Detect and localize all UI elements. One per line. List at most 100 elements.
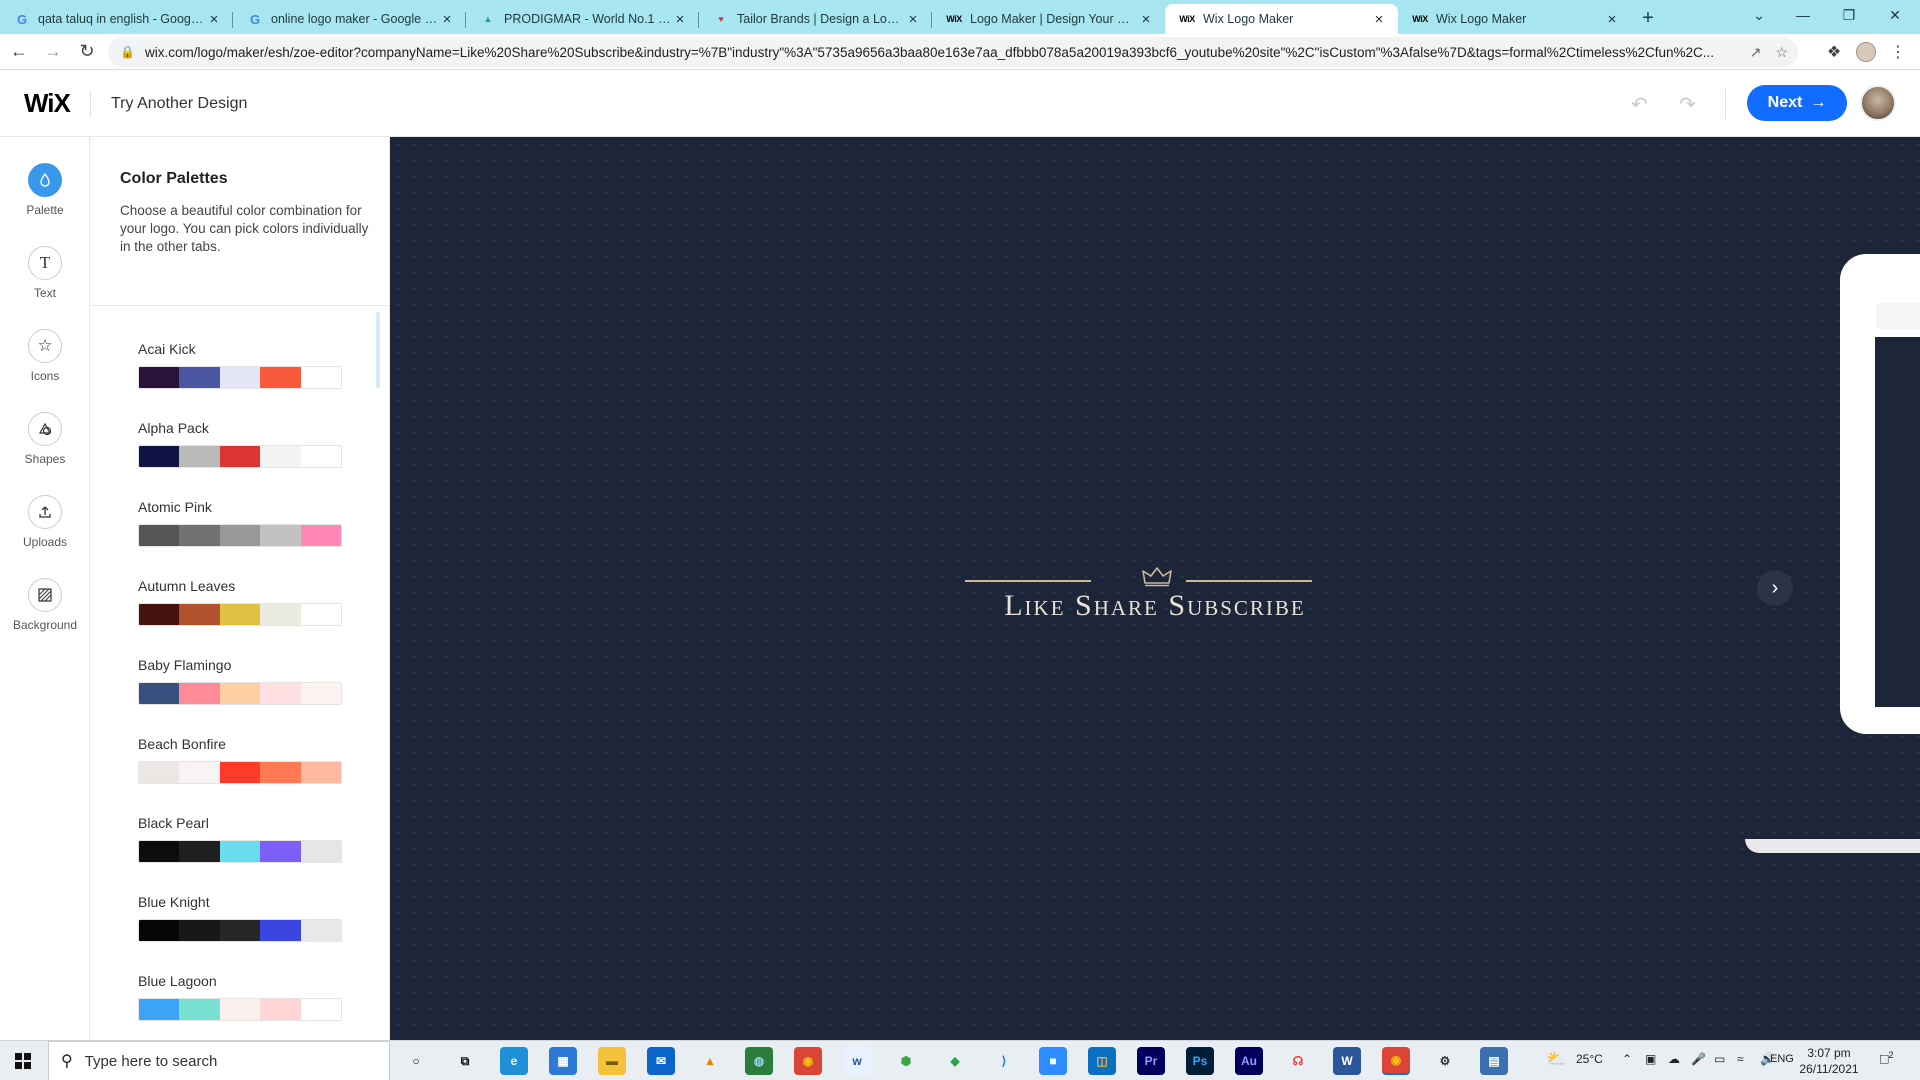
- notifications-icon[interactable]: □2: [1880, 1050, 1893, 1067]
- word-blue-icon[interactable]: w: [843, 1047, 871, 1075]
- onedrive-icon[interactable]: ☁: [1668, 1052, 1680, 1066]
- palette-swatches[interactable]: [138, 524, 342, 547]
- palette-item[interactable]: Alpha Pack: [138, 420, 342, 468]
- store-icon[interactable]: ▦: [549, 1047, 577, 1075]
- taskbar-search-input[interactable]: ⚲ Type here to search: [48, 1041, 390, 1080]
- undo-icon[interactable]: ↶: [1631, 92, 1648, 117]
- premiere-icon[interactable]: Pr: [1137, 1047, 1165, 1075]
- green-cube-icon[interactable]: ⬢: [892, 1047, 920, 1075]
- browser-tab[interactable]: ♥ Tailor Brands | Design a Logo & ×: [699, 4, 932, 34]
- android-icon[interactable]: ◆: [941, 1047, 969, 1075]
- palette-swatches[interactable]: [138, 445, 342, 468]
- panel-scrollbar[interactable]: [376, 312, 380, 388]
- url-input[interactable]: 🔒 wix.com/logo/maker/esh/zoe-editor?comp…: [108, 37, 1798, 67]
- headphones-icon[interactable]: ☊: [1284, 1047, 1312, 1075]
- browser-tab[interactable]: WiX Wix Logo Maker ×: [1398, 4, 1631, 34]
- vlc-icon[interactable]: ▲: [696, 1047, 724, 1075]
- close-window-icon[interactable]: ✕: [1872, 0, 1918, 30]
- weather-temp[interactable]: 25°C: [1576, 1052, 1603, 1066]
- browser-tab-active[interactable]: WiX Wix Logo Maker ×: [1165, 4, 1398, 34]
- file-explorer-icon[interactable]: ▬: [598, 1047, 626, 1075]
- palette-item[interactable]: Atomic Pink: [138, 499, 342, 547]
- try-another-design-link[interactable]: Try Another Design: [111, 95, 247, 113]
- weather-icon[interactable]: ⛅: [1546, 1049, 1566, 1069]
- lock-icon[interactable]: 🔒: [120, 45, 135, 59]
- vscode-icon[interactable]: ⟩: [990, 1047, 1018, 1075]
- profile-icon[interactable]: [1854, 40, 1878, 64]
- palette-item[interactable]: Blue Knight: [138, 894, 342, 942]
- color-swatch: [260, 683, 301, 704]
- close-tab-icon[interactable]: ×: [1137, 11, 1155, 28]
- photoshop-icon[interactable]: Ps: [1186, 1047, 1214, 1075]
- palette-swatches[interactable]: [138, 682, 342, 705]
- zoom-icon[interactable]: ■: [1039, 1047, 1067, 1075]
- language-indicator[interactable]: ENG: [1770, 1053, 1794, 1065]
- share-icon[interactable]: ↗: [1750, 44, 1762, 61]
- cortana-icon[interactable]: ○: [402, 1047, 430, 1075]
- tray-device-icon[interactable]: ▣: [1645, 1052, 1656, 1066]
- palette-swatches[interactable]: [138, 919, 342, 942]
- back-icon[interactable]: ←: [4, 37, 34, 67]
- network-app-icon[interactable]: ▤: [1480, 1047, 1508, 1075]
- redo-icon[interactable]: ↷: [1679, 92, 1696, 117]
- browser-tab[interactable]: G qata taluq in english - Google Se ×: [0, 4, 233, 34]
- avatar[interactable]: [1860, 85, 1896, 121]
- extensions-puzzle-icon[interactable]: ❖: [1822, 40, 1846, 64]
- chrome-active-icon[interactable]: ◉: [1382, 1047, 1410, 1075]
- rail-item-icons[interactable]: ☆ Icons: [0, 329, 90, 399]
- rail-item-background[interactable]: Background: [0, 578, 90, 648]
- close-tab-icon[interactable]: ×: [1603, 11, 1621, 28]
- tray-chevron-icon[interactable]: ⌃: [1622, 1052, 1632, 1066]
- next-design-chevron-icon[interactable]: ›: [1757, 570, 1793, 606]
- audition-icon[interactable]: Au: [1235, 1047, 1263, 1075]
- wix-logo[interactable]: WiX: [24, 88, 90, 119]
- palette-swatches[interactable]: [138, 761, 342, 784]
- browser-tab[interactable]: ▲ PRODIGMAR - World No.1 Digit ×: [466, 4, 699, 34]
- rail-item-palette[interactable]: Palette: [0, 163, 90, 233]
- close-tab-icon[interactable]: ×: [904, 11, 922, 28]
- palette-item[interactable]: Baby Flamingo: [138, 657, 342, 705]
- word-icon[interactable]: W: [1333, 1047, 1361, 1075]
- close-tab-icon[interactable]: ×: [1370, 11, 1388, 28]
- maximize-icon[interactable]: ❐: [1826, 0, 1872, 30]
- chrome-icon[interactable]: ◉: [794, 1047, 822, 1075]
- task-view-icon[interactable]: ⧉: [451, 1047, 479, 1075]
- rail-item-text[interactable]: T Text: [0, 246, 90, 316]
- battery-icon[interactable]: ▭: [1714, 1052, 1725, 1066]
- earth-icon[interactable]: ◍: [745, 1047, 773, 1075]
- palette-swatches[interactable]: [138, 603, 342, 626]
- close-tab-icon[interactable]: ×: [205, 11, 223, 28]
- minimize-icon[interactable]: —: [1780, 0, 1826, 30]
- windows-start-icon[interactable]: [0, 1041, 46, 1080]
- more-menu-icon[interactable]: ⋮: [1886, 40, 1910, 64]
- tab-search-icon[interactable]: ⌄: [1736, 0, 1782, 30]
- palette-swatches[interactable]: [138, 840, 342, 863]
- bookmark-star-icon[interactable]: ☆: [1775, 44, 1788, 61]
- close-tab-icon[interactable]: ×: [438, 11, 456, 28]
- lightroom-icon[interactable]: ◫: [1088, 1047, 1116, 1075]
- rail-item-uploads[interactable]: Uploads: [0, 495, 90, 565]
- browser-tab[interactable]: WiX Logo Maker | Design Your Own ×: [932, 4, 1165, 34]
- close-tab-icon[interactable]: ×: [671, 11, 689, 28]
- microphone-icon[interactable]: 🎤: [1691, 1052, 1706, 1066]
- palette-item[interactable]: Blue Lagoon: [138, 973, 342, 1021]
- forward-icon[interactable]: →: [38, 37, 68, 67]
- palette-swatches[interactable]: [138, 998, 342, 1021]
- palette-item[interactable]: Acai Kick: [138, 341, 342, 389]
- taskbar-clock[interactable]: 3:07 pm 26/11/2021: [1794, 1045, 1864, 1077]
- rail-item-shapes[interactable]: Shapes: [0, 412, 90, 482]
- palette-item[interactable]: Autumn Leaves: [138, 578, 342, 626]
- reload-icon[interactable]: ↻: [72, 37, 102, 67]
- new-tab-icon[interactable]: +: [1631, 4, 1665, 34]
- wifi-icon[interactable]: ≈: [1737, 1052, 1744, 1066]
- edge-icon[interactable]: e: [500, 1047, 528, 1075]
- logo-text: Like Share Subscribe: [1004, 589, 1306, 622]
- mail-icon[interactable]: ✉: [647, 1047, 675, 1075]
- palette-item[interactable]: Black Pearl: [138, 815, 342, 863]
- palette-item[interactable]: Beach Bonfire: [138, 736, 342, 784]
- logo-preview[interactable]: Like Share Subscribe: [965, 549, 1345, 629]
- settings-icon[interactable]: ⚙: [1431, 1047, 1459, 1075]
- browser-tab[interactable]: G online logo maker - Google Sear ×: [233, 4, 466, 34]
- palette-swatches[interactable]: [138, 366, 342, 389]
- next-button[interactable]: Next →: [1747, 85, 1847, 121]
